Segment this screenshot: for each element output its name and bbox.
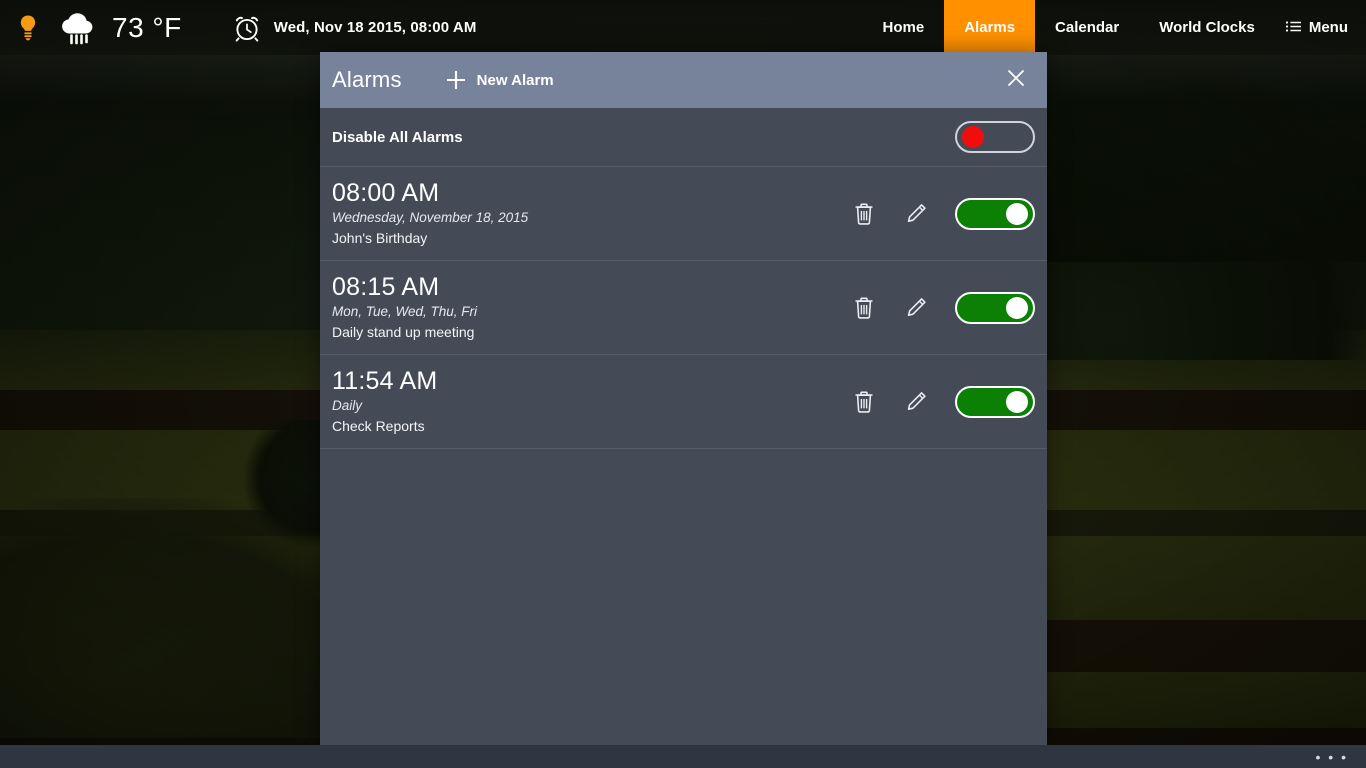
alarm-enabled-toggle[interactable] — [955, 385, 1035, 418]
nav-item-menu[interactable]: Menu — [1275, 0, 1366, 55]
alarm-recurrence: Wednesday, November 18, 2015 — [332, 210, 529, 225]
alarm-row[interactable]: 08:15 AM Mon, Tue, Wed, Thu, Fri Daily s… — [320, 260, 1047, 354]
lightbulb-icon[interactable] — [18, 14, 38, 42]
alarms-panel: Alarms New Alarm Disable All Alarms 08:0… — [320, 52, 1047, 745]
edit-alarm-button[interactable] — [903, 201, 929, 227]
alarm-actions — [851, 197, 1035, 230]
close-icon — [1005, 67, 1027, 94]
alarm-actions — [851, 385, 1035, 418]
delete-alarm-button[interactable] — [851, 201, 877, 227]
nav-item-menu-label: Menu — [1308, 19, 1348, 36]
alarm-label: John's Birthday — [332, 230, 428, 247]
alarm-label: Check Reports — [332, 418, 425, 435]
alarm-row[interactable]: 08:00 AM Wednesday, November 18, 2015 Jo… — [320, 166, 1047, 260]
nav-item-world-clocks[interactable]: World Clocks — [1139, 0, 1275, 55]
close-panel-button[interactable] — [999, 61, 1033, 100]
alarm-recurrence: Mon, Tue, Wed, Thu, Fri — [332, 304, 478, 320]
nav-item-calendar[interactable]: Calendar — [1035, 0, 1139, 55]
new-alarm-button[interactable]: New Alarm — [444, 68, 554, 92]
rain-cloud-icon — [58, 11, 98, 45]
alarm-recurrence: Daily — [332, 398, 363, 414]
alarm-label: Daily stand up meeting — [332, 324, 475, 341]
alarm-enabled-toggle[interactable] — [955, 291, 1035, 324]
ellipsis-icon[interactable]: • • • — [1316, 750, 1348, 764]
toggle-knob — [962, 126, 984, 148]
nav-item-alarms[interactable]: Alarms — [944, 0, 1036, 55]
alarm-enabled-toggle[interactable] — [955, 197, 1035, 230]
alarm-info: 11:54 AM Daily Check Reports — [332, 367, 437, 436]
alarm-info: 08:00 AM Wednesday, November 18, 2015 Jo… — [332, 179, 528, 248]
top-bar-left-group: 73 °F Wed, Nov 18 2015, 08:00 AM — [0, 0, 476, 55]
edit-alarm-button[interactable] — [903, 389, 929, 415]
alarm-actions — [851, 291, 1035, 324]
bottom-status-bar: • • • — [0, 745, 1366, 768]
alarm-time: 08:15 AM — [332, 273, 440, 302]
toggle-knob — [1006, 296, 1028, 319]
toggle-knob — [1006, 390, 1028, 413]
temperature-reading: 73 °F — [112, 11, 182, 43]
alarm-list-end-divider — [320, 448, 1047, 450]
main-navigation: Home Alarms Calendar World Clocks Menu — [863, 0, 1366, 55]
toggle-knob — [1006, 202, 1028, 225]
disable-all-alarms-toggle[interactable] — [955, 121, 1035, 153]
edit-alarm-button[interactable] — [903, 295, 929, 321]
current-datetime: Wed, Nov 18 2015, 08:00 AM — [273, 19, 477, 36]
plus-icon — [444, 68, 468, 92]
delete-alarm-button[interactable] — [851, 389, 877, 415]
delete-alarm-button[interactable] — [851, 295, 877, 321]
alarms-panel-body: Disable All Alarms 08:00 AM Wednesday, N… — [320, 108, 1047, 745]
alarms-panel-header: Alarms New Alarm — [320, 52, 1047, 108]
alarm-time: 08:00 AM — [332, 179, 440, 207]
new-alarm-label: New Alarm — [476, 71, 554, 89]
alarm-clock-icon — [232, 13, 262, 43]
alarm-info: 08:15 AM Mon, Tue, Wed, Thu, Fri Daily s… — [332, 273, 477, 342]
top-bar: 73 °F Wed, Nov 18 2015, 08:00 AM Home Al… — [0, 0, 1366, 55]
panel-title: Alarms — [332, 67, 402, 92]
nav-item-home[interactable]: Home — [863, 0, 945, 55]
disable-all-alarms-row: Disable All Alarms — [320, 108, 1047, 166]
hamburger-menu-icon — [1285, 18, 1303, 38]
alarm-row[interactable]: 11:54 AM Daily Check Reports — [320, 354, 1047, 448]
alarm-time: 11:54 AM — [332, 367, 438, 396]
disable-all-alarms-label: Disable All Alarms — [332, 128, 463, 146]
